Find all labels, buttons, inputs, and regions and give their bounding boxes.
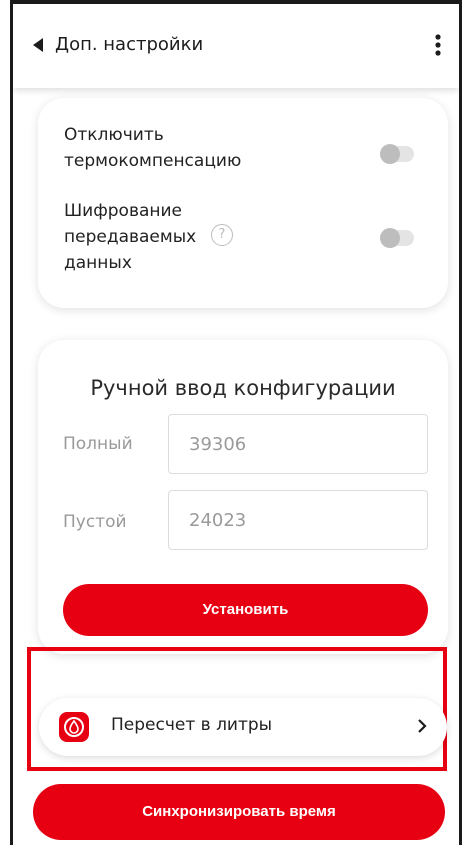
chevron-right-icon <box>418 719 427 733</box>
app-frame: Доп. настройки Отключить термокомпенсаци… <box>10 0 462 845</box>
more-vertical-icon[interactable] <box>435 34 441 56</box>
thermo-toggle[interactable] <box>380 144 414 164</box>
empty-label: Пустой <box>63 512 127 532</box>
thermo-label: Отключить термокомпенсацию <box>64 125 242 171</box>
sync-time-button[interactable]: Синхронизировать время <box>33 784 445 840</box>
toggle-knob <box>380 144 400 164</box>
drop-icon <box>59 712 89 742</box>
encryption-label: Шифрование передаваемых данных <box>64 201 197 273</box>
manual-config-card: Ручной ввод конфигурации Полный Пустой У… <box>38 340 448 654</box>
recalc-label: Пересчет в литры <box>111 715 273 735</box>
top-app-bar: Доп. настройки <box>13 4 459 88</box>
manual-config-title: Ручной ввод конфигурации <box>90 376 396 400</box>
full-label: Полный <box>63 434 133 454</box>
settings-card: Отключить термокомпенсацию Шифрование пе… <box>38 98 448 308</box>
full-input[interactable] <box>168 414 428 474</box>
help-icon[interactable]: ? <box>211 224 233 246</box>
encryption-toggle[interactable] <box>380 228 414 248</box>
chevron-left-icon[interactable] <box>33 38 43 52</box>
empty-input[interactable] <box>168 490 428 550</box>
page-title: Доп. настройки <box>55 34 204 55</box>
toggle-knob <box>380 228 400 248</box>
set-button[interactable]: Установить <box>63 584 428 636</box>
recalc-liters-item[interactable]: Пересчет в литры <box>39 698 447 756</box>
